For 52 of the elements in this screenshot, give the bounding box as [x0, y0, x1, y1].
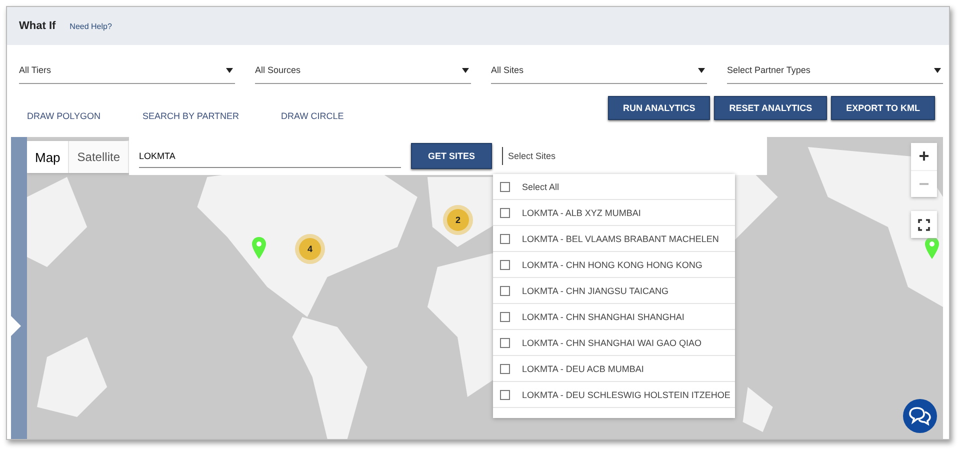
side-panel-handle[interactable] [11, 137, 27, 439]
fullscreen-icon [918, 218, 930, 230]
site-label: LOKMTA - DEU ACB MUMBAI [522, 364, 644, 374]
action-button[interactable]: RESET ANALYTICS [714, 96, 828, 120]
draw-tool-link[interactable]: DRAW POLYGON [27, 111, 101, 121]
get-sites-button[interactable]: GET SITES [411, 143, 492, 169]
map-type-tab[interactable]: Map [27, 141, 70, 173]
action-button[interactable]: RUN ANALYTICS [608, 96, 710, 120]
site-option[interactable]: LOKMTA - CHN HONG KONG HONG KONG [493, 252, 735, 278]
page-title: What If [19, 20, 56, 32]
checkbox[interactable] [500, 338, 510, 348]
caret-icon [934, 68, 941, 72]
checkbox[interactable] [500, 234, 510, 244]
zoom-in-button[interactable]: + [911, 143, 937, 170]
map-type-tab[interactable]: Satellite [69, 141, 129, 173]
site-label: LOKMTA - BEL VLAAMS BRABANT MACHELEN [522, 234, 719, 244]
help-link[interactable]: Need Help? [70, 22, 112, 30]
site-option[interactable]: LOKMTA - CHN SHANGHAI WAI GAO QIAO [493, 330, 735, 356]
draw-tool-link[interactable]: DRAW CIRCLE [281, 111, 344, 121]
checkbox[interactable] [500, 260, 510, 270]
site-label: LOKMTA - CHN HONG KONG HONG KONG [522, 260, 702, 270]
site-option[interactable]: LOKMTA - ALB XYZ MUMBAI [493, 200, 735, 226]
checkbox[interactable] [500, 364, 510, 374]
site-label: LOKMTA - DEU SCHLESWIG HOLSTEIN ITZEHOE [522, 390, 730, 400]
filter-dropdown[interactable]: Select Partner Types [727, 57, 943, 84]
fullscreen-button[interactable] [911, 211, 937, 238]
caret-icon [226, 68, 233, 72]
site-label: LOKMTA - CHN JIANGSU TAICANG [522, 286, 669, 296]
draw-tool-link[interactable]: SEARCH BY PARTNER [142, 111, 240, 121]
site-label: LOKMTA - CHN SHANGHAI SHANGHAI [522, 312, 684, 322]
site-option[interactable]: LOKMTA - CHN JIANGSU TAICANG [493, 278, 735, 304]
checkbox[interactable] [500, 390, 510, 400]
checkbox[interactable] [500, 286, 510, 296]
site-label: LOKMTA - CHN SHANGHAI WAI GAO QIAO [522, 338, 702, 348]
checkbox[interactable] [500, 182, 510, 192]
checkbox[interactable] [500, 312, 510, 322]
chat-icon [908, 406, 932, 426]
caret-icon [462, 68, 469, 72]
filter-dropdown[interactable]: All Sources [255, 57, 471, 84]
filter-dropdown[interactable]: All Sites [491, 57, 707, 84]
site-option[interactable]: Select All [493, 174, 735, 200]
checkbox[interactable] [500, 208, 510, 218]
site-option[interactable]: LOKMTA - CHN SHANGHAI SHANGHAI [493, 304, 735, 330]
site-label: LOKMTA - ALB XYZ MUMBAI [522, 208, 641, 218]
filter-dropdown[interactable]: All Tiers [19, 57, 235, 84]
expand-icon [11, 316, 21, 336]
site-label: Select All [522, 182, 560, 192]
site-option[interactable]: LOKMTA - DEU SCHLESWIG HOLSTEIN ITZEHOE [493, 382, 735, 408]
site-option[interactable]: LOKMTA - BEL VLAAMS BRABANT MACHELEN [493, 226, 735, 252]
caret-icon [698, 68, 705, 72]
site-option[interactable]: LOKMTA - DEU ACB MUMBAI [493, 356, 735, 382]
action-button[interactable]: EXPORT TO KML [831, 96, 935, 120]
